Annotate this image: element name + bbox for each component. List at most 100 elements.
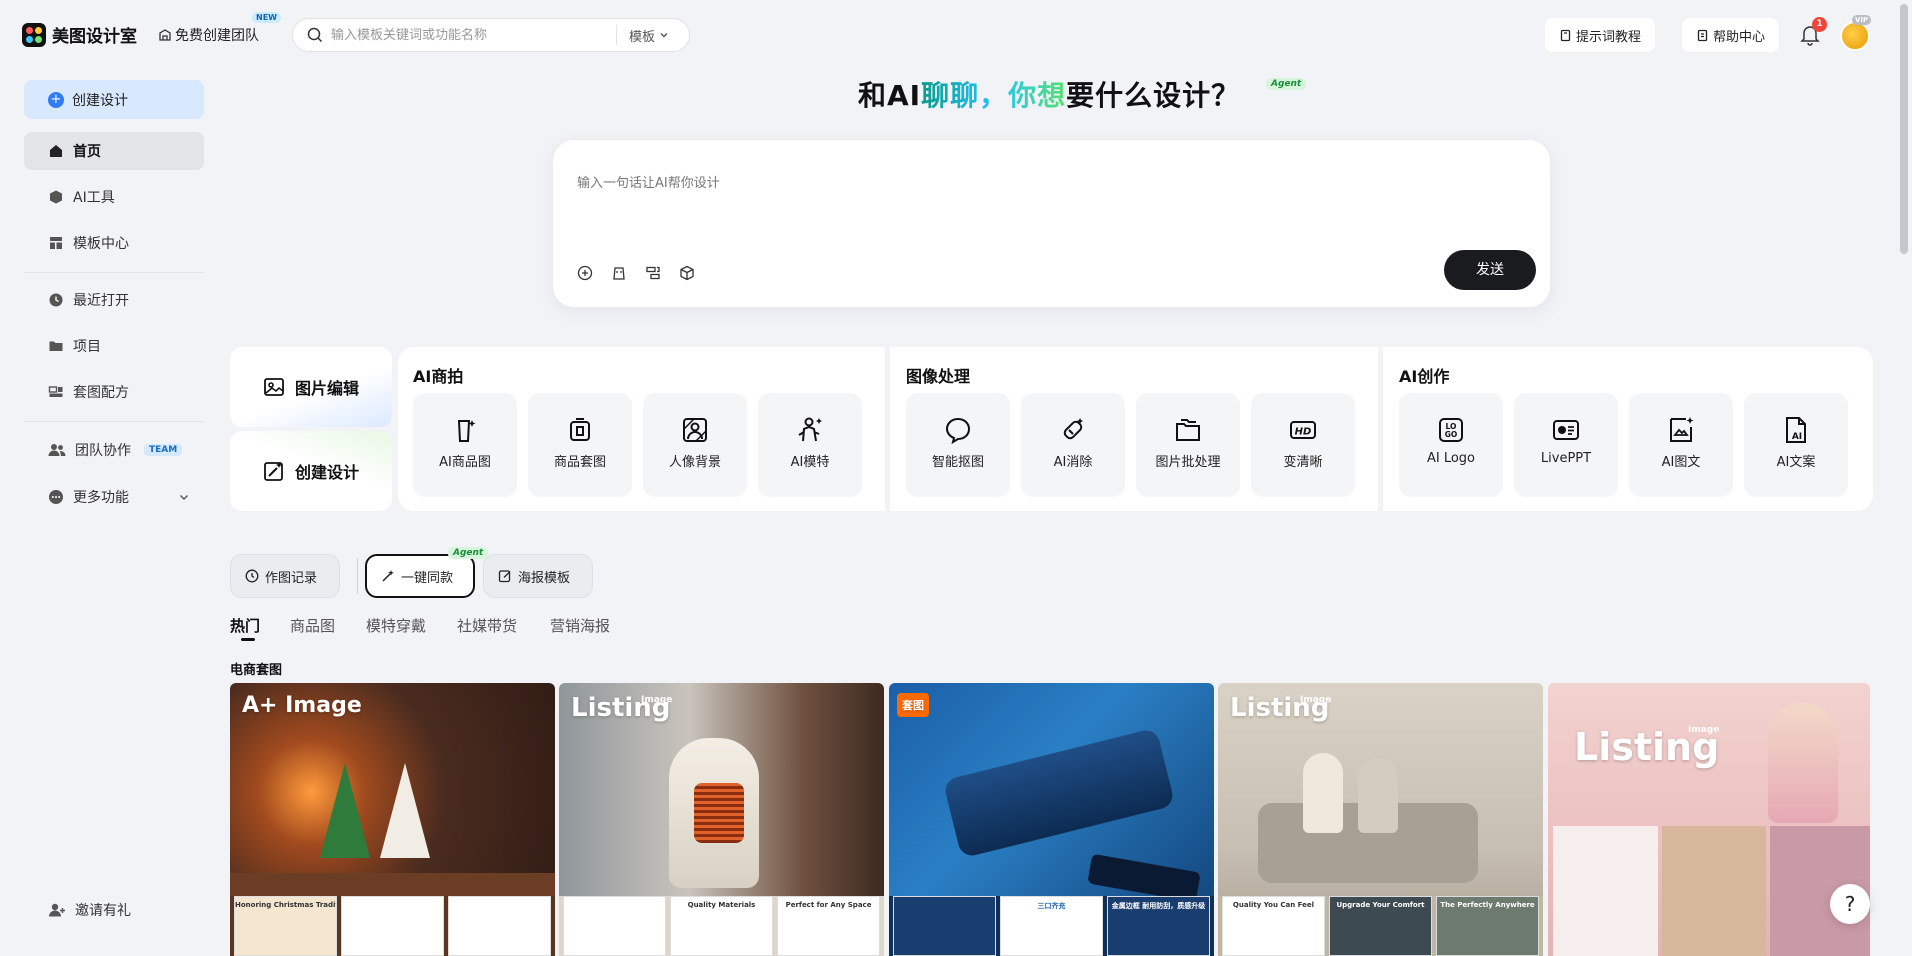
- tool-smart-cutout[interactable]: 智能抠图: [906, 393, 1010, 497]
- tool-ai-logo[interactable]: LO GO AI Logo: [1399, 393, 1503, 497]
- sidebar-item-team[interactable]: 团队协作 TEAM: [24, 431, 204, 469]
- card-title: A+ Image: [242, 693, 362, 718]
- model-figure: [1768, 703, 1838, 823]
- chevron-down-icon: [180, 495, 188, 500]
- tool-group-image-processing: 图像处理 智能抠图 AI消除 图片批处理 HD 变清晰: [891, 347, 1378, 511]
- create-design-button[interactable]: + 创建设计: [24, 80, 204, 119]
- clock-icon: [49, 293, 63, 307]
- sidebar-item-templates[interactable]: 模板中心: [24, 224, 204, 262]
- sidebar-item-more[interactable]: 更多功能: [24, 478, 204, 516]
- tool-group-ai-shoot: AI商拍 AI商品图 商品套图 人像背景 AI模特: [398, 347, 885, 511]
- app-name: 美图设计室: [52, 27, 137, 47]
- search-scope-dropdown[interactable]: 模板: [629, 26, 669, 45]
- more-icon: [49, 490, 63, 504]
- hero-title-part-3: 要什么设计？: [1066, 79, 1241, 112]
- tool-batch-processing[interactable]: 图片批处理: [1136, 393, 1240, 497]
- 3d-box-icon[interactable]: [679, 265, 695, 281]
- template-card[interactable]: Listing Image: [1548, 683, 1870, 956]
- tool-ai-product-image[interactable]: AI商品图: [413, 393, 517, 497]
- section-title: 电商套图: [230, 663, 283, 678]
- tool-liveppt[interactable]: LivePPT: [1514, 393, 1618, 497]
- tool-ai-eraser[interactable]: AI消除: [1021, 393, 1125, 497]
- preview-tile: Quality You Can Feel: [1222, 896, 1325, 956]
- agent-chip-badge: Agent: [448, 547, 489, 559]
- tool-group-title: AI创作: [1399, 367, 1450, 386]
- one-click-same-style-button[interactable]: 一键同款: [365, 554, 475, 598]
- tab-hot[interactable]: 热门: [230, 615, 260, 636]
- one-click-label: 一键同款: [401, 570, 454, 586]
- tool-portrait-background[interactable]: 人像背景: [643, 393, 747, 497]
- sidebar-item-label: 套图配方: [73, 385, 129, 401]
- tab-marketing-poster[interactable]: 营销海报: [550, 615, 610, 636]
- recipe-icon: [48, 386, 63, 397]
- active-tab-indicator: [241, 638, 255, 641]
- ai-document-icon: AI: [1786, 417, 1806, 443]
- preview-tile: [341, 896, 444, 956]
- cube-icon: [50, 190, 62, 204]
- vip-badge: VIP: [1852, 15, 1872, 25]
- sidebar-item-recent[interactable]: 最近打开: [24, 281, 204, 319]
- help-button[interactable]: ?: [1830, 884, 1870, 924]
- layout-icon[interactable]: [645, 265, 661, 281]
- card-preview-strip: 三口齐充 金属边框 耐用防刮，质感升级: [889, 896, 1214, 956]
- sidebar-item-home[interactable]: 首页: [24, 132, 204, 170]
- card-preview-strip: Quality You Can Feel Upgrade Your Comfor…: [1218, 896, 1543, 956]
- ai-model-icon: [798, 417, 822, 442]
- create-team-link[interactable]: 免费创建团队: [158, 25, 259, 45]
- product-icon[interactable]: [611, 265, 627, 281]
- plus-icon: +: [48, 91, 64, 108]
- tab-product-images[interactable]: 商品图: [290, 615, 335, 636]
- preview-tile: [563, 896, 666, 956]
- design-history-button[interactable]: 作图记录: [230, 554, 340, 598]
- person-figure: [1303, 753, 1343, 833]
- sidebar-item-label: 模板中心: [73, 236, 129, 252]
- prompt-tutorial-label: 提示词教程: [1576, 29, 1642, 45]
- preview-tile: 金属边框 耐用防刮，质感升级: [1107, 896, 1210, 956]
- sidebar-item-invite[interactable]: 邀请有礼: [24, 891, 204, 929]
- preview-tile: Upgrade Your Comfort: [1329, 896, 1432, 956]
- create-design-card[interactable]: 创建设计: [230, 431, 392, 511]
- template-card[interactable]: A+ Image Honoring Christmas Tradition Th…: [230, 683, 555, 956]
- template-card[interactable]: Listing Image Quality Materials Perfect …: [559, 683, 884, 956]
- preview-tile: Perfect for Any Space: [777, 896, 880, 956]
- user-avatar[interactable]: [1840, 21, 1870, 51]
- help-center-button[interactable]: 帮助中心: [1682, 18, 1780, 52]
- add-attachment-icon[interactable]: [577, 265, 593, 281]
- tool-ai-copywriting[interactable]: AI AI文案: [1744, 393, 1848, 497]
- preview-tile: 三口齐充: [1000, 896, 1103, 956]
- sidebar-item-projects[interactable]: 项目: [24, 327, 204, 365]
- tab-model-wear[interactable]: 模特穿戴: [366, 615, 426, 636]
- ai-prompt-input[interactable]: [577, 172, 1477, 232]
- team-icon: [48, 444, 66, 456]
- invite-user-icon: [49, 903, 65, 917]
- tool-label: AI商品图: [439, 455, 491, 470]
- tool-label: 图片批处理: [1155, 455, 1221, 470]
- poster-templates-button[interactable]: 海报模板: [483, 554, 593, 598]
- preview-tile: Quality Materials: [670, 896, 773, 956]
- sidebar-item-recipes[interactable]: 套图配方: [24, 373, 204, 411]
- agent-badge: Agent: [1266, 78, 1307, 90]
- cutout-icon: [945, 417, 971, 445]
- tool-ai-model[interactable]: AI模特: [758, 393, 862, 497]
- tab-social-selling[interactable]: 社媒带货: [457, 615, 517, 636]
- tool-enhance-clarity[interactable]: HD 变清晰: [1251, 393, 1355, 497]
- prompt-tutorial-button[interactable]: 提示词教程: [1545, 18, 1656, 52]
- scrollbar-thumb[interactable]: [1900, 4, 1908, 254]
- sidebar-item-ai-tools[interactable]: AI工具: [24, 178, 204, 216]
- search-input[interactable]: [331, 27, 616, 43]
- hero-title-part-1: 和AI: [858, 79, 922, 112]
- home-icon: [50, 145, 62, 157]
- preview-tile: [448, 896, 551, 956]
- send-button[interactable]: 发送: [1444, 250, 1536, 290]
- image-edit-card[interactable]: 图片编辑: [230, 347, 392, 427]
- template-card[interactable]: Listing Image Quality You Can Feel Upgra…: [1218, 683, 1543, 956]
- card-subtitle: Image: [641, 695, 673, 705]
- app-logo[interactable]: 美图设计室: [22, 22, 137, 47]
- template-card[interactable]: 套图 三口齐充 金属边框 耐用防刮，质感升级: [889, 683, 1214, 956]
- tool-product-set[interactable]: 商品套图: [528, 393, 632, 497]
- tool-ai-image-text[interactable]: AI图文: [1629, 393, 1733, 497]
- tool-label: AI模特: [790, 455, 830, 470]
- svg-text:HD: HD: [1295, 427, 1312, 438]
- sidebar-item-label: AI工具: [73, 190, 115, 206]
- tool-label: 变清晰: [1283, 455, 1323, 470]
